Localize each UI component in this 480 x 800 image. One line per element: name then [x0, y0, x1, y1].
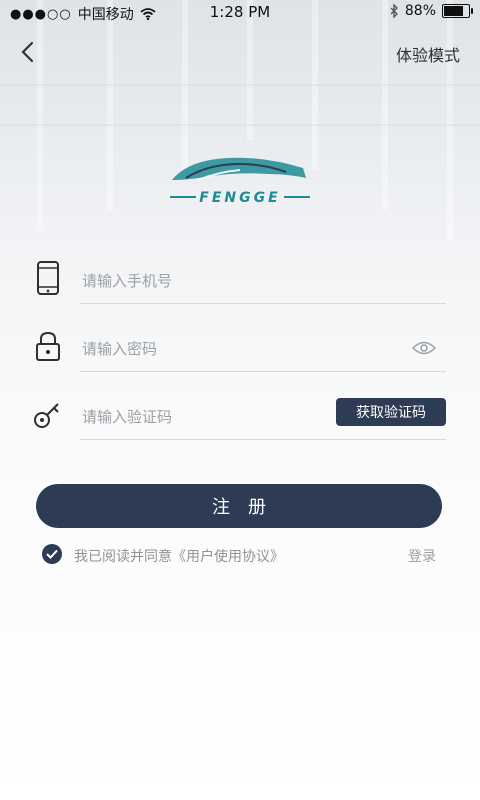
phone-icon [37, 261, 59, 295]
status-bar: ●●●○○ 中国移动 1:28 PM 88% [0, 0, 480, 24]
agreement-text[interactable]: 我已阅读并同意《用户使用协议》 [74, 546, 284, 566]
lock-icon [36, 331, 60, 361]
agreement-row: 我已阅读并同意《用户使用协议》 登录 [42, 544, 442, 568]
phone-underline [80, 303, 446, 304]
checkmark-icon [46, 549, 58, 559]
register-button[interactable]: 注册 [36, 484, 442, 528]
password-input[interactable] [80, 334, 384, 364]
chevron-left-icon [21, 41, 34, 63]
phone-field [30, 252, 446, 304]
eye-toggle-icon[interactable] [412, 340, 436, 356]
verification-underline [80, 439, 446, 440]
get-code-button[interactable]: 获取验证码 [336, 398, 446, 426]
login-link[interactable]: 登录 [408, 546, 436, 566]
fengge-logo: FENGGE [170, 157, 310, 206]
battery-percent: 88% [404, 3, 436, 19]
status-right: 88% [389, 3, 473, 19]
navigation-bar: 体验模式 [0, 32, 480, 72]
back-button[interactable] [14, 38, 42, 66]
phone-input[interactable] [80, 266, 384, 296]
password-field [30, 320, 446, 372]
key-icon [34, 403, 59, 428]
bluetooth-icon [390, 4, 398, 18]
password-underline [80, 371, 446, 372]
battery-fill [444, 6, 464, 16]
agreement-checkbox[interactable] [42, 544, 62, 564]
trial-mode-button[interactable]: 体验模式 [396, 42, 460, 66]
verification-field: 获取验证码 [30, 388, 446, 440]
logo-text: FENGGE [199, 190, 280, 206]
battery-icon [442, 4, 473, 18]
